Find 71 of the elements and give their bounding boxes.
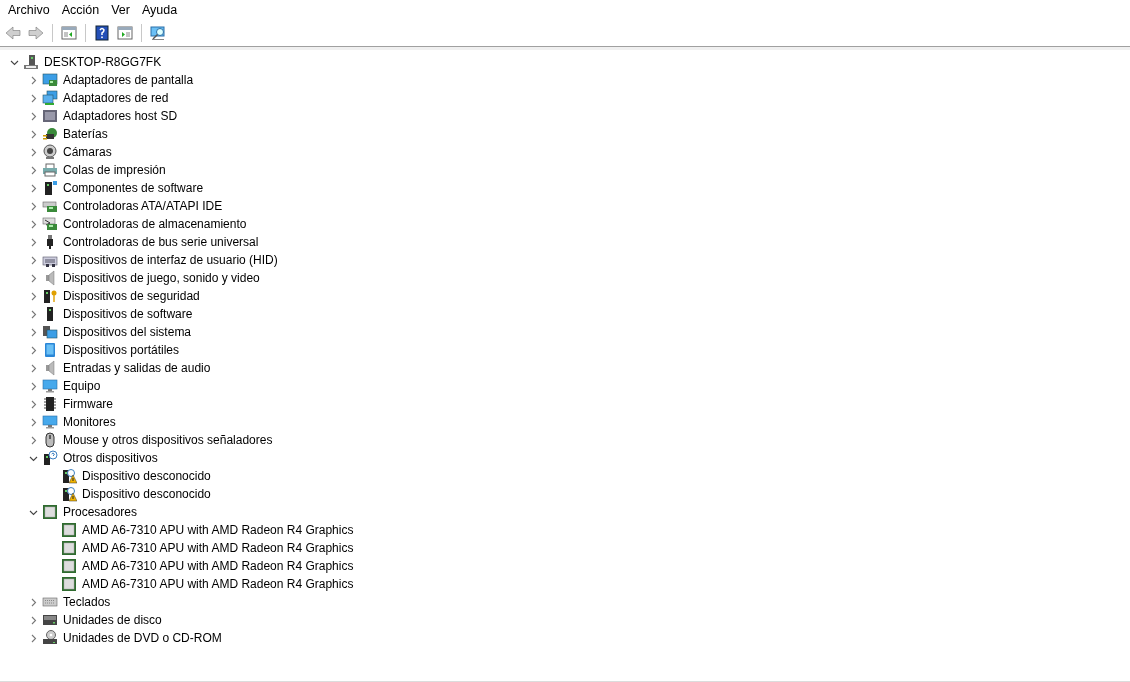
tree-item[interactable]: Adaptadores de pantalla (63, 73, 194, 87)
drive-controller-icon (42, 198, 58, 214)
storage-controller-icon (42, 216, 58, 232)
processor-icon (61, 540, 77, 556)
keyboard-icon (42, 594, 58, 610)
tree-item[interactable]: Baterías (63, 127, 108, 141)
tree-item[interactable]: Monitores (63, 415, 116, 429)
tree-item[interactable]: Controladoras ATA/ATAPI IDE (63, 199, 223, 213)
tree-item[interactable]: Otros dispositivos (63, 451, 158, 465)
tree-item[interactable]: Dispositivo desconocido (82, 487, 211, 501)
battery-plug-icon (42, 126, 58, 142)
forward-arrow-icon (28, 24, 44, 41)
device-warning-icon (61, 468, 77, 484)
tree-item[interactable]: Dispositivo desconocido (82, 469, 211, 483)
processor-icon (61, 576, 77, 592)
tree-item[interactable]: Cámaras (63, 145, 112, 159)
display-card-icon (42, 72, 58, 88)
panel-toggle-icon (61, 24, 77, 41)
monitor-icon (42, 378, 58, 394)
tree-item[interactable]: Adaptadores de red (63, 91, 169, 105)
monitor-icon (42, 414, 58, 430)
tree-item[interactable]: Unidades de DVD o CD-ROM (63, 631, 222, 645)
printer-icon (42, 162, 58, 178)
tree-item[interactable]: Colas de impresión (63, 163, 166, 177)
menu-item[interactable]: Ver (105, 2, 136, 17)
computer-icon (23, 54, 39, 70)
menu-item[interactable]: Archivo (2, 2, 56, 17)
processor-icon (42, 504, 58, 520)
disk-drive-icon (42, 612, 58, 628)
card-reader-icon (42, 108, 58, 124)
tree-item[interactable]: Dispositivos del sistema (63, 325, 192, 339)
tree-item[interactable]: Mouse y otros dispositivos señaladores (63, 433, 273, 447)
tree-item[interactable]: Entradas y salidas de audio (63, 361, 211, 375)
tree-item[interactable]: Controladoras de almacenamiento (63, 217, 247, 231)
tree-item[interactable]: Componentes de software (63, 181, 204, 195)
tree-item[interactable]: Dispositivos de interfaz de usuario (HID) (63, 253, 278, 267)
tree-item[interactable]: Dispositivos de juego, sonido y video (63, 271, 260, 285)
panel-toggle-icon (117, 24, 133, 41)
tablet-icon (42, 342, 58, 358)
processor-icon (61, 558, 77, 574)
system-devices-icon (42, 324, 58, 340)
mouse-icon (42, 432, 58, 448)
help-icon (94, 24, 110, 41)
tree-item[interactable]: Controladoras de bus serie universal (63, 235, 259, 249)
optical-drive-icon (42, 630, 58, 646)
software-component-icon (42, 180, 58, 196)
network-icon (42, 90, 58, 106)
tree-item[interactable]: Dispositivos de software (63, 307, 193, 321)
tree-item[interactable]: Adaptadores host SD (63, 109, 178, 123)
device-warning-icon (61, 486, 77, 502)
tree-item[interactable]: Firmware (63, 397, 113, 411)
tower-key-icon (42, 288, 58, 304)
menu-item[interactable]: Acción (55, 2, 106, 17)
tree-item[interactable]: DESKTOP-R8GG7FK (44, 55, 162, 69)
chip-icon (42, 396, 58, 412)
tree-item[interactable]: Dispositivos portátiles (63, 343, 180, 357)
tree-item[interactable]: AMD A6-7310 APU with AMD Radeon R4 Graphics (82, 559, 354, 573)
scan-monitor-icon (150, 24, 166, 41)
tree-item[interactable]: Unidades de disco (63, 613, 162, 627)
processor-icon (61, 522, 77, 538)
tree-item[interactable]: Teclados (63, 595, 111, 609)
tree-item[interactable]: AMD A6-7310 APU with AMD Radeon R4 Graphics (82, 577, 354, 591)
tree-item[interactable]: Procesadores (63, 505, 138, 519)
tree-item[interactable]: AMD A6-7310 APU with AMD Radeon R4 Graphics (82, 523, 354, 537)
tree-item[interactable]: Dispositivos de seguridad (63, 289, 200, 303)
tree-item[interactable]: Equipo (63, 379, 101, 393)
tower-question-icon (42, 450, 58, 466)
menu-item[interactable]: Ayuda (136, 2, 184, 17)
back-arrow-icon (5, 24, 21, 41)
tree-item[interactable]: AMD A6-7310 APU with AMD Radeon R4 Graphics (82, 541, 354, 555)
webcam-icon (42, 144, 58, 160)
